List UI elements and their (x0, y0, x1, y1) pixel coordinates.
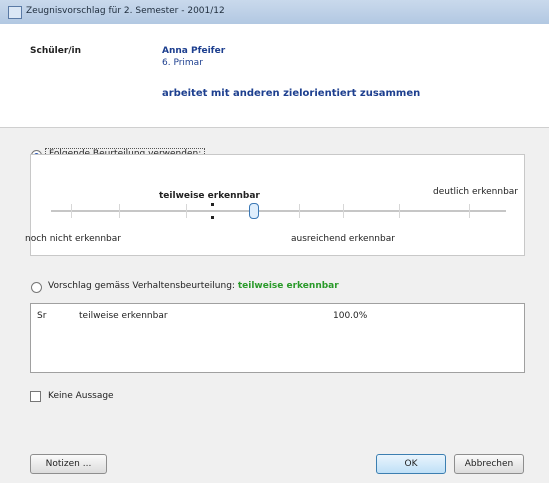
list-item-percent: 100.0% (333, 311, 368, 321)
slider-tick (343, 204, 344, 218)
no-statement-checkbox[interactable] (30, 391, 41, 402)
student-label: Schüler/in (30, 46, 82, 56)
slider-tick (119, 204, 120, 218)
list-item-code: Sr (37, 311, 47, 321)
cancel-button[interactable]: Abbrechen (454, 454, 524, 474)
suggestion-radio[interactable] (31, 282, 42, 293)
slider-tick (399, 204, 400, 218)
level-label-high: deutlich erkennbar (433, 187, 518, 197)
current-value-label: teilweise erkennbar (159, 191, 260, 201)
header-panel: Schüler/in Anna Pfeifer 6. Primar arbeit… (0, 24, 549, 128)
student-name: Anna Pfeifer (162, 46, 226, 56)
notes-button[interactable]: Notizen ... (30, 454, 107, 474)
current-marker (211, 203, 214, 206)
slider-tick (186, 204, 187, 218)
slider-tick (299, 204, 300, 218)
level-label-low: noch nicht erkennbar (25, 234, 121, 244)
criterion-title: arbeitet mit anderen zielorientiert zusa… (162, 88, 421, 99)
student-class: 6. Primar (162, 58, 203, 68)
no-statement-label[interactable]: Keine Aussage (48, 391, 114, 401)
ok-button[interactable]: OK (376, 454, 446, 474)
assessment-slider-panel: teilweise erkennbar noch nicht erkennbar… (25, 154, 525, 256)
window-title: Zeugnisvorschlag für 2. Semester - 2001/… (26, 6, 225, 16)
list-item-value: teilweise erkennbar (79, 311, 168, 321)
slider-tick (71, 204, 72, 218)
slider-thumb[interactable] (249, 203, 259, 219)
suggestion-value: teilweise erkennbar (237, 281, 339, 291)
suggestion-list[interactable]: Sr teilweise erkennbar 100.0% (30, 303, 525, 373)
app-icon (8, 6, 22, 19)
title-bar: Zeugnisvorschlag für 2. Semester - 2001/… (0, 0, 549, 25)
suggestion-label[interactable]: Vorschlag gemäss Verhaltensbeurteilung: … (48, 281, 339, 291)
current-marker (211, 216, 214, 219)
level-label-mid: ausreichend erkennbar (291, 234, 395, 244)
slider-tick (469, 204, 470, 218)
